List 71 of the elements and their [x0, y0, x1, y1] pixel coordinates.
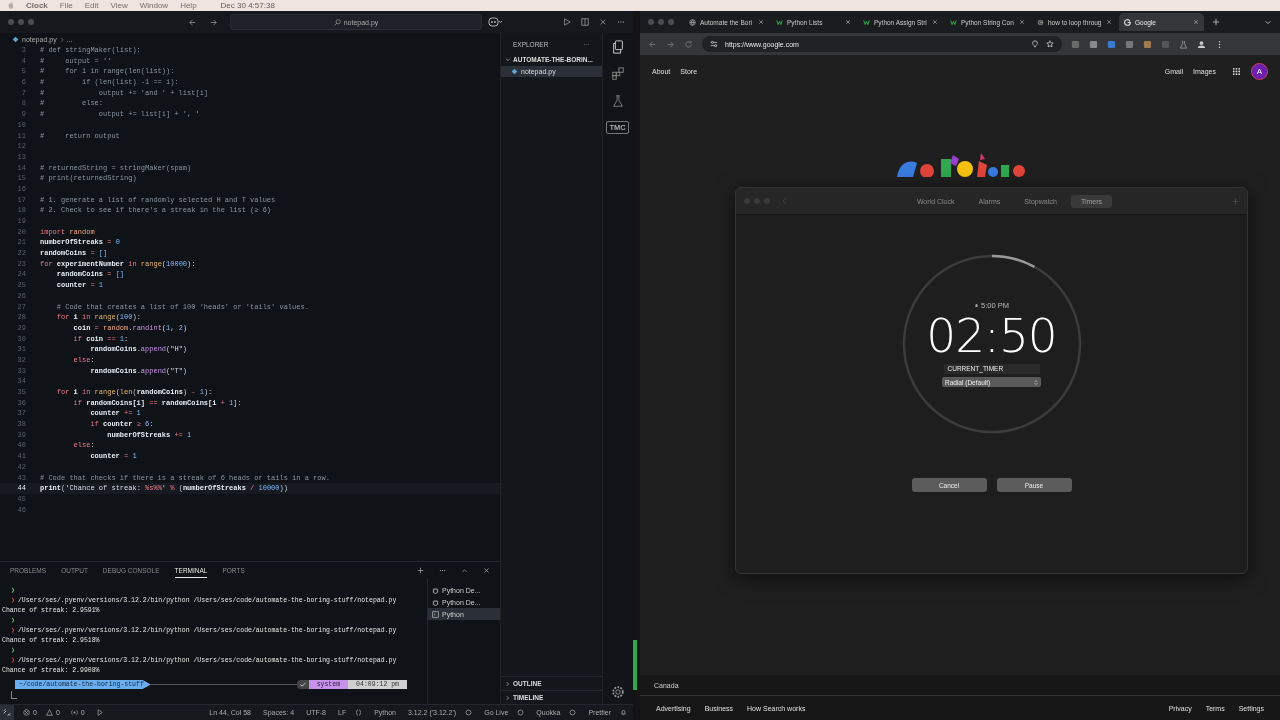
more-icon[interactable]: [617, 18, 625, 26]
profile-icon[interactable]: [1197, 39, 1206, 49]
settings-icon[interactable]: [610, 685, 625, 699]
extension-status-icon: [569, 709, 577, 716]
site-settings-icon[interactable]: [710, 40, 718, 48]
menu-item[interactable]: Clock: [26, 1, 48, 10]
check-icon: [296, 680, 309, 689]
warning-icon: [45, 709, 53, 716]
close-icon[interactable]: [1193, 19, 1199, 25]
bell-icon: [974, 303, 980, 308]
tab-list-icon[interactable]: [1264, 18, 1272, 26]
close-icon[interactable]: [599, 18, 607, 26]
flask-icon[interactable]: [610, 94, 625, 108]
maximize-icon[interactable]: [461, 567, 468, 574]
copilot-icon[interactable]: [488, 17, 502, 27]
location-pin-icon[interactable]: [1031, 40, 1039, 48]
menu-item[interactable]: View: [110, 1, 128, 10]
bug-icon: [432, 598, 439, 606]
close-icon[interactable]: [758, 19, 764, 25]
run-icon[interactable]: [563, 18, 571, 26]
chevron-icon: [505, 56, 511, 63]
globe-icon: [689, 18, 696, 26]
search-icon: [333, 18, 341, 26]
reload-icon[interactable]: [684, 39, 693, 49]
terminal-icon: [432, 610, 439, 618]
close-icon[interactable]: [1019, 19, 1025, 25]
flask-icon[interactable]: [1179, 39, 1188, 49]
chevron-icon: [59, 36, 64, 43]
close-icon[interactable]: [1106, 19, 1112, 25]
google-icon: [1124, 18, 1131, 26]
close-icon[interactable]: [932, 19, 938, 25]
error-icon: [23, 709, 30, 716]
add-icon[interactable]: [417, 567, 424, 574]
braces-icon: [355, 709, 363, 716]
python-file-icon: [511, 68, 518, 75]
bug-icon: [432, 586, 439, 594]
menu-item[interactable]: Help: [180, 1, 197, 10]
menu-bar-clock: Dec 30 4:57:38: [220, 1, 275, 10]
split-editor-icon[interactable]: [581, 18, 589, 26]
back-arrow-icon[interactable]: [188, 17, 197, 27]
timer-display: 02:50: [926, 312, 1057, 360]
debug-run-icon[interactable]: [95, 709, 103, 716]
python-file-icon: [12, 36, 19, 43]
stepper-icon: [1034, 378, 1038, 386]
site-icon: [1037, 18, 1044, 26]
broadcast-icon: [70, 709, 78, 716]
menu-item[interactable]: File: [59, 1, 73, 10]
star-icon[interactable]: [1046, 40, 1054, 48]
site-icon: [863, 18, 870, 26]
new-tab-icon[interactable]: [1212, 18, 1220, 26]
apple-icon[interactable]: [8, 2, 14, 9]
scrollbar[interactable]: [633, 640, 637, 690]
menu-item[interactable]: Window: [139, 1, 169, 10]
menu-item[interactable]: Edit: [84, 1, 99, 10]
forward-arrow-icon[interactable]: [666, 39, 675, 49]
bell-icon[interactable]: [620, 709, 627, 716]
apps-grid-icon[interactable]: [1232, 66, 1241, 76]
close-icon[interactable]: [483, 567, 490, 574]
forward-arrow-icon[interactable]: [209, 17, 218, 27]
extension-status-icon: [465, 709, 473, 716]
extension-status-icon: [517, 709, 525, 716]
extensions-icon[interactable]: [610, 67, 625, 81]
avatar[interactable]: A: [1251, 62, 1268, 80]
close-icon[interactable]: [845, 19, 851, 25]
files-icon[interactable]: [610, 40, 625, 54]
terminal-cursor: [11, 691, 17, 699]
remote-icon[interactable]: [0, 705, 14, 720]
site-icon: [950, 18, 957, 26]
back-arrow-icon[interactable]: [648, 39, 657, 49]
more-icon[interactable]: [439, 567, 446, 574]
site-icon: [776, 18, 783, 26]
